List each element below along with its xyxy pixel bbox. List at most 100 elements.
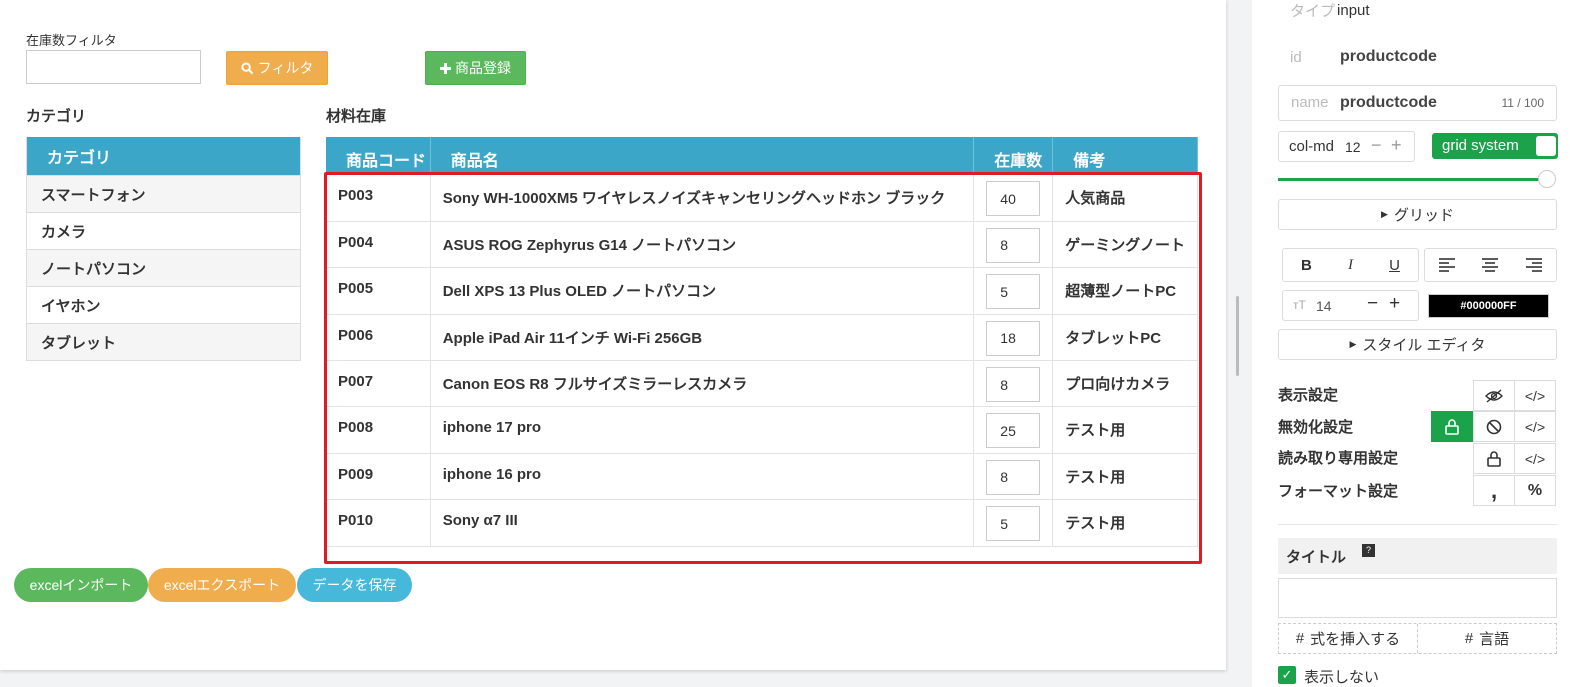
italic-icon[interactable]: I bbox=[1348, 257, 1353, 274]
underline-icon[interactable]: U bbox=[1389, 257, 1400, 274]
cell-name: Canon EOS R8 フルサイズミラーレスカメラ bbox=[430, 360, 975, 408]
table-row: P003 Sony WH-1000XM5 ワイヤレスノイズキャンセリングヘッドホ… bbox=[326, 175, 1198, 222]
hide-label: 表示しない bbox=[1304, 669, 1380, 686]
block-icon[interactable] bbox=[1473, 411, 1515, 442]
font-size-icon: ᴛT bbox=[1293, 298, 1306, 312]
cell-code: P003 bbox=[326, 175, 431, 222]
language-button[interactable]: # 言語 bbox=[1418, 624, 1556, 653]
add-product-button[interactable]: 商品登録 bbox=[425, 51, 526, 85]
qty-input[interactable]: 40 bbox=[986, 181, 1041, 216]
font-size-plus-icon[interactable]: + bbox=[1389, 293, 1400, 315]
lock-icon[interactable] bbox=[1431, 411, 1473, 442]
toggle-knob bbox=[1536, 136, 1556, 156]
column-header-note[interactable]: 備考 bbox=[1052, 137, 1198, 175]
filter-button[interactable]: フィルタ bbox=[226, 51, 328, 85]
qty-input[interactable]: 5 bbox=[986, 274, 1041, 310]
save-data-button[interactable]: データを保存 bbox=[297, 568, 412, 602]
eye-off-icon[interactable] bbox=[1473, 380, 1515, 411]
id-value: productcode bbox=[1340, 48, 1437, 65]
comma-icon[interactable]: , bbox=[1473, 475, 1515, 506]
type-label: タイプ bbox=[1290, 2, 1336, 20]
table-row: P009 iphone 16 pro 8 テスト用 bbox=[326, 453, 1198, 501]
readonly-setting-label: 読み取り専用設定 bbox=[1278, 450, 1399, 467]
percent-icon[interactable]: % bbox=[1514, 475, 1556, 506]
category-item-camera[interactable]: カメラ bbox=[27, 212, 300, 249]
cell-code: P008 bbox=[326, 406, 431, 454]
plus-icon[interactable]: + bbox=[1391, 135, 1402, 156]
cell-code: P007 bbox=[326, 360, 431, 408]
hide-checkbox[interactable]: ✓ bbox=[1278, 666, 1296, 684]
name-label: name bbox=[1291, 94, 1329, 111]
type-value: input bbox=[1337, 1, 1370, 19]
properties-panel: タイプ input id productcode name productcod… bbox=[1252, 0, 1590, 687]
visibility-setting-label: 表示設定 bbox=[1278, 387, 1339, 404]
name-value: productcode bbox=[1340, 94, 1437, 111]
filter-button-label: フィルタ bbox=[257, 60, 314, 76]
lock-icon[interactable] bbox=[1473, 443, 1515, 474]
add-product-label: 商品登録 bbox=[455, 60, 511, 76]
grid-section-toggle[interactable]: ▶ グリッド bbox=[1278, 199, 1557, 230]
code-icon[interactable]: </> bbox=[1514, 411, 1556, 442]
name-field[interactable]: name productcode 11 / 100 bbox=[1278, 85, 1557, 121]
grid-system-toggle[interactable]: grid system bbox=[1432, 133, 1558, 159]
col-md-stepper[interactable]: col-md 12 − + bbox=[1278, 131, 1415, 162]
bold-icon[interactable]: B bbox=[1301, 257, 1312, 274]
category-header: カテゴリ bbox=[27, 137, 300, 175]
text-align-group bbox=[1424, 248, 1557, 282]
cell-note: テスト用 bbox=[1052, 406, 1198, 454]
title-input[interactable] bbox=[1278, 578, 1557, 618]
column-header-code[interactable]: 商品コード bbox=[326, 137, 431, 175]
insert-formula-button[interactable]: # 式を挿入する bbox=[1279, 624, 1418, 653]
qty-input[interactable]: 8 bbox=[986, 459, 1041, 495]
help-icon[interactable]: ? bbox=[1362, 544, 1375, 557]
cell-name: Apple iPad Air 11インチ Wi-Fi 256GB bbox=[430, 314, 975, 362]
plus-icon bbox=[440, 62, 451, 74]
grid-system-label: grid system bbox=[1442, 137, 1519, 154]
excel-export-button[interactable]: excelエクスポート bbox=[148, 568, 296, 602]
cell-note: プロ向けカメラ bbox=[1052, 360, 1198, 408]
qty-input[interactable]: 5 bbox=[986, 506, 1041, 542]
column-header-qty[interactable]: 在庫数 bbox=[973, 137, 1054, 175]
column-header-name[interactable]: 商品名 bbox=[430, 137, 975, 175]
category-item-smartphone[interactable]: スマートフォン bbox=[27, 175, 300, 212]
grid-section-label: グリッド bbox=[1393, 207, 1454, 224]
inventory-table: 商品コード 商品名 在庫数 備考 P003 Sony WH-1000XM5 ワイ… bbox=[326, 137, 1198, 547]
minus-icon[interactable]: − bbox=[1371, 135, 1382, 156]
category-item-tablet[interactable]: タブレット bbox=[27, 323, 300, 360]
category-item-laptop[interactable]: ノートパソコン bbox=[27, 249, 300, 286]
qty-input[interactable]: 18 bbox=[986, 320, 1041, 356]
qty-input[interactable]: 8 bbox=[986, 367, 1041, 403]
cell-name: Dell XPS 13 Plus OLED ノートパソコン bbox=[430, 267, 975, 315]
category-item-earphone[interactable]: イヤホン bbox=[27, 286, 300, 323]
table-row: P007 Canon EOS R8 フルサイズミラーレスカメラ 8 プロ向けカメ… bbox=[326, 360, 1198, 408]
stock-filter-input[interactable] bbox=[26, 50, 201, 84]
id-label: id bbox=[1290, 48, 1302, 66]
category-list: カテゴリ スマートフォン カメラ ノートパソコン イヤホン タブレット bbox=[26, 137, 301, 361]
width-slider-handle[interactable] bbox=[1538, 170, 1556, 188]
cell-code: P009 bbox=[326, 453, 431, 501]
code-icon[interactable]: </> bbox=[1514, 380, 1556, 411]
align-center-icon[interactable] bbox=[1482, 258, 1499, 272]
align-left-icon[interactable] bbox=[1438, 258, 1455, 272]
insert-formula-label: 式を挿入する bbox=[1310, 631, 1401, 648]
category-title: カテゴリ bbox=[26, 108, 87, 125]
code-icon[interactable]: </> bbox=[1514, 443, 1556, 474]
width-slider-track[interactable] bbox=[1278, 178, 1546, 181]
cell-name: iphone 17 pro bbox=[430, 406, 975, 454]
font-size-minus-icon[interactable]: − bbox=[1367, 293, 1378, 315]
font-size-stepper[interactable]: ᴛT 14 − + bbox=[1282, 290, 1419, 321]
hash-icon: # bbox=[1464, 630, 1474, 647]
table-row: P004 ASUS ROG Zephyrus G14 ノートパソコン 8 ゲーミ… bbox=[326, 221, 1198, 269]
inventory-title: 材料在庫 bbox=[326, 108, 387, 125]
color-picker[interactable]: #000000FF bbox=[1428, 294, 1549, 318]
disabled-setting-label: 無効化設定 bbox=[1278, 419, 1354, 436]
canvas-scrollbar[interactable] bbox=[1236, 296, 1239, 376]
qty-input[interactable]: 8 bbox=[986, 227, 1041, 263]
cell-note: ゲーミングノート bbox=[1052, 221, 1198, 269]
style-editor-toggle[interactable]: ▶ スタイル エディタ bbox=[1278, 329, 1557, 360]
qty-input[interactable]: 25 bbox=[986, 413, 1041, 449]
name-char-count: 11 / 100 bbox=[1501, 96, 1544, 110]
excel-import-button[interactable]: excelインポート bbox=[14, 568, 148, 602]
cell-note: テスト用 bbox=[1052, 499, 1198, 547]
align-right-icon[interactable] bbox=[1526, 258, 1543, 272]
